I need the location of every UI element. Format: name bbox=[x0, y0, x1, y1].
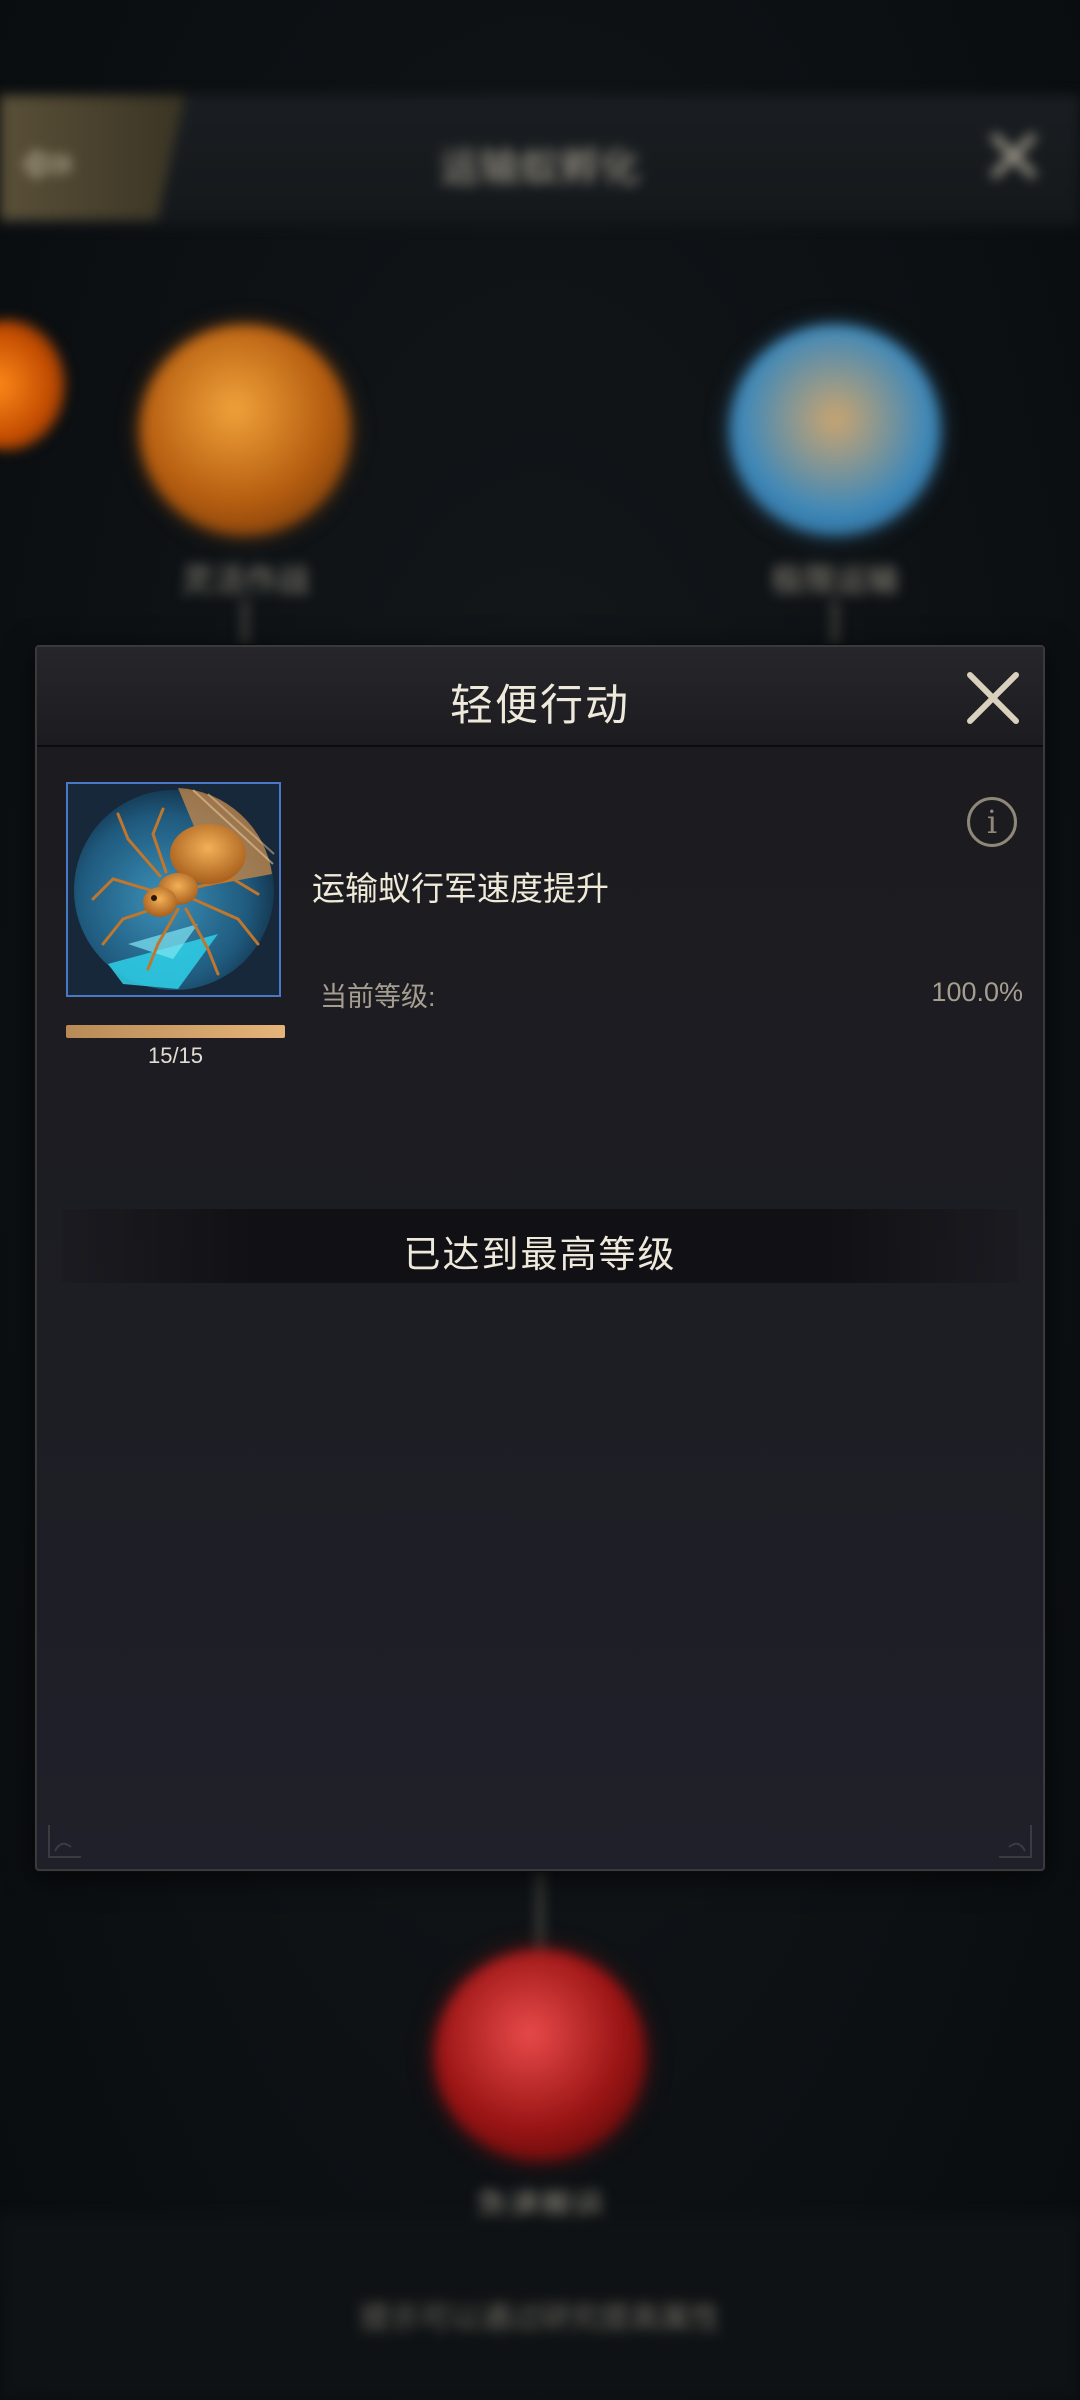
dialog-close-button[interactable] bbox=[962, 667, 1024, 729]
skill-node-right[interactable] bbox=[730, 325, 940, 535]
dialog-header: 轻便行动 bbox=[37, 647, 1043, 747]
skill-node-right-label: 极限运输 bbox=[770, 562, 899, 598]
skill-node-bottom[interactable] bbox=[435, 1950, 645, 2160]
skill-node-left-label: 灵活作战 bbox=[180, 562, 309, 598]
max-level-text: 已达到最高等级 bbox=[403, 1234, 677, 1275]
dialog-title: 轻便行动 bbox=[450, 682, 630, 730]
connector-line bbox=[832, 600, 838, 645]
info-icon: i bbox=[986, 803, 998, 841]
connector-line bbox=[537, 1870, 543, 1950]
skill-node-left[interactable] bbox=[140, 325, 350, 535]
footer-hint: 提示可以通过研究提高属性 bbox=[360, 2302, 720, 2335]
current-level-label: 当前等级: bbox=[320, 982, 436, 1012]
info-button[interactable]: i bbox=[967, 797, 1017, 847]
ant-skill-icon bbox=[68, 784, 279, 995]
skill-icon-frame bbox=[66, 782, 281, 997]
page-title: 运输蚁孵化 bbox=[440, 146, 640, 190]
connector-line bbox=[242, 600, 248, 645]
avatar[interactable] bbox=[0, 320, 65, 450]
level-progress-fill bbox=[66, 1025, 285, 1038]
max-level-banner: 已达到最高等级 bbox=[62, 1209, 1018, 1283]
corner-ornament bbox=[48, 1825, 81, 1858]
skill-level-count: 15/15 bbox=[147, 1043, 204, 1068]
close-icon bbox=[967, 672, 1019, 724]
current-level-value: 100.0% bbox=[931, 977, 1023, 1007]
close-icon[interactable]: ✕ bbox=[980, 118, 1047, 198]
level-progress-bar bbox=[66, 1025, 285, 1038]
skill-detail-dialog: 轻便行动 15/15 i 运输蚁行军速度提升 当前等级: 100.0% 已达到最… bbox=[35, 645, 1045, 1871]
skill-effect-name: 运输蚁行军速度提升 bbox=[312, 870, 609, 907]
corner-ornament bbox=[999, 1825, 1032, 1858]
